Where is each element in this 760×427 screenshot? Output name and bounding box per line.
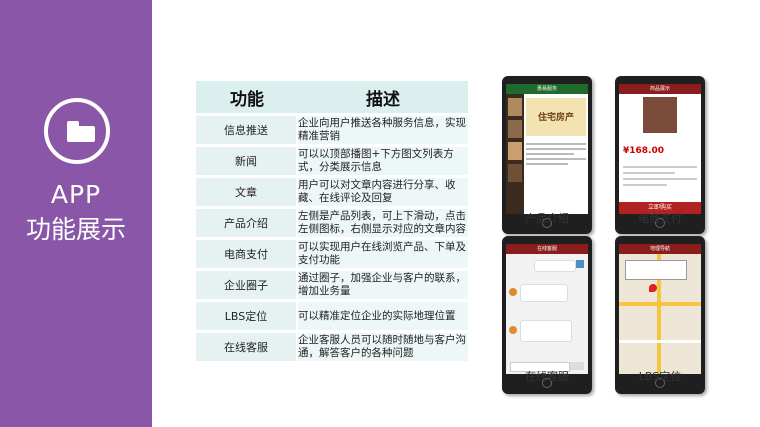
feature-name: 企业圈子 (196, 271, 298, 299)
table-row: 电商支付 可以实现用户在线浏览产品、下单及支付功能 (196, 240, 468, 268)
chat-bubble (520, 320, 572, 342)
caption-online-service: 在线客服 (525, 370, 569, 383)
sidebar-title-zh: 功能展示 (25, 215, 126, 244)
table-row: 在线客服 企业客服人员可以随时随地与客户沟通，解答客户的各种问题 (196, 333, 468, 361)
table-row: 新闻 可以以顶部播图+下方图文列表方式，分类展示信息 (196, 147, 468, 175)
app-header: 地理导航 (619, 244, 701, 254)
product-image (643, 97, 677, 133)
chat-bubble (534, 260, 576, 272)
avatar (509, 288, 517, 296)
feature-name: 文章 (196, 178, 298, 206)
table-row: 企业圈子 通过圈子，加强企业与客户的联系，增加业务量 (196, 271, 468, 299)
table-row: 信息推送 企业向用户推送各种服务信息，实现精准营销 (196, 116, 468, 144)
caption-product-intro: 产品介绍 (525, 212, 569, 225)
feature-desc: 可以精准定位企业的实际地理位置 (298, 302, 468, 330)
map-pin-icon (649, 284, 657, 292)
product-list-strip (506, 94, 524, 214)
feature-table: 功能 描述 信息推送 企业向用户推送各种服务信息，实现精准营销 新闻 可以以顶部… (196, 78, 468, 364)
caption-lbs: LBS定位 (638, 370, 682, 383)
avatar (576, 260, 584, 268)
table-row: 产品介绍 左侧是产品列表，可上下滑动，点击左侧图标，右侧显示对应的文章内容 (196, 209, 468, 237)
app-header: 惠易服务 (506, 84, 588, 94)
chat-bubble (520, 284, 568, 302)
feature-desc: 可以实现用户在线浏览产品、下单及支付功能 (298, 240, 468, 268)
article-text-lines (526, 140, 586, 210)
caption-ecommerce: 电商支付 (638, 212, 682, 225)
feature-name: 在线客服 (196, 333, 298, 361)
table-header-row: 功能 描述 (196, 81, 468, 113)
feature-name: 产品介绍 (196, 209, 298, 237)
phone-screen: 惠易服务 住宅房产 (506, 84, 588, 214)
feature-name: 电商支付 (196, 240, 298, 268)
folder-icon (67, 126, 95, 142)
feature-name: 信息推送 (196, 116, 298, 144)
app-header: 商品展示 (619, 84, 701, 94)
shop-sign-image: 住宅房产 (526, 98, 586, 136)
feature-desc: 企业向用户推送各种服务信息，实现精准营销 (298, 116, 468, 144)
phone-screen: 在线客服 (506, 244, 588, 374)
app-header: 在线客服 (506, 244, 588, 254)
table-row: 文章 用户可以对文章内容进行分享、收藏、在线评论及回复 (196, 178, 468, 206)
folder-badge (44, 98, 110, 164)
header-feature: 功能 (196, 81, 298, 113)
feature-desc: 通过圈子，加强企业与客户的联系，增加业务量 (298, 271, 468, 299)
avatar (509, 326, 517, 334)
feature-desc: 左侧是产品列表，可上下滑动，点击左侧图标，右侧显示对应的文章内容 (298, 209, 468, 237)
sidebar-title-en: APP (50, 180, 102, 209)
table-row: LBS定位 可以精准定位企业的实际地理位置 (196, 302, 468, 330)
feature-name: 新闻 (196, 147, 298, 175)
map-popup (625, 260, 687, 280)
feature-desc: 企业客服人员可以随时随地与客户沟通，解答客户的各种问题 (298, 333, 468, 361)
map-road (619, 340, 701, 343)
product-info-lines (623, 162, 697, 190)
phone-screen: 地理导航 (619, 244, 701, 374)
feature-name: LBS定位 (196, 302, 298, 330)
phone-screen: 商品展示 ¥168.00 立即购买 (619, 84, 701, 214)
feature-desc: 可以以顶部播图+下方图文列表方式，分类展示信息 (298, 147, 468, 175)
header-description: 描述 (298, 81, 468, 113)
product-price: ¥168.00 (623, 146, 664, 156)
feature-desc: 用户可以对文章内容进行分享、收藏、在线评论及回复 (298, 178, 468, 206)
sidebar: APP 功能展示 (0, 0, 152, 427)
